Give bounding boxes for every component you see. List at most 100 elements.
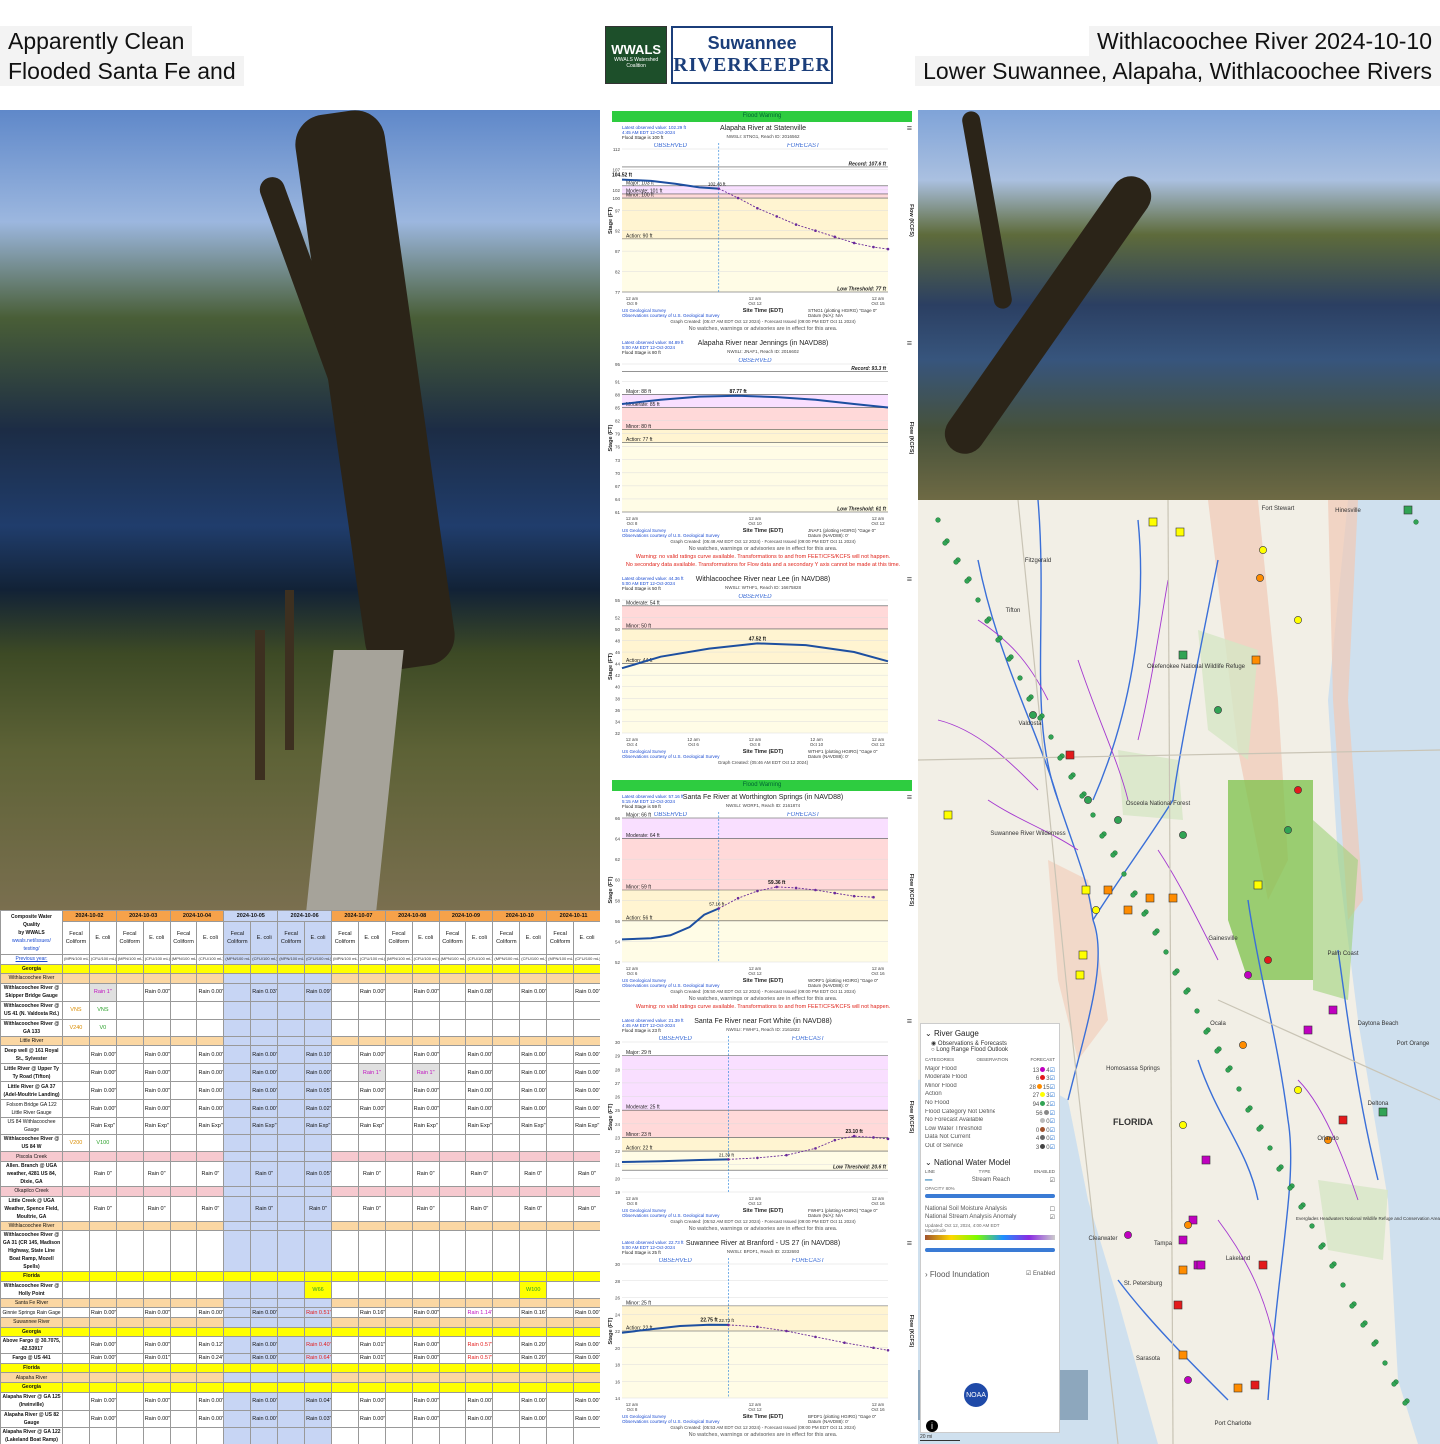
river-gauge-marker[interactable] (1303, 1025, 1313, 1035)
river-gauge-marker[interactable] (1081, 885, 1091, 895)
river-gauge-marker[interactable] (1184, 1376, 1192, 1384)
river-gauge-marker[interactable] (1178, 1350, 1188, 1360)
river-gauge-marker[interactable] (1184, 1221, 1192, 1229)
river-gauge-marker[interactable] (1178, 1265, 1188, 1275)
legend-category-checkbox[interactable]: ☑ (1050, 1119, 1055, 1125)
river-gauge-marker[interactable] (953, 559, 959, 565)
legend-category-checkbox[interactable]: ☑ (1050, 1085, 1055, 1091)
river-gauge-marker[interactable] (964, 578, 970, 584)
legend-category-row[interactable]: Flood Category Not Defined 56 ☑ (925, 1109, 1055, 1118)
river-gauge-marker[interactable] (1318, 1244, 1324, 1250)
river-gauge-marker[interactable] (1172, 970, 1178, 976)
river-gauge-marker[interactable] (1267, 1145, 1273, 1151)
flood-inundation-toggle[interactable]: › Flood Inundation (925, 1270, 990, 1279)
river-gauge-marker[interactable] (1026, 696, 1032, 702)
soil-moisture-checkbox[interactable]: ☐ (1050, 1206, 1055, 1215)
river-gauge-marker[interactable] (1253, 880, 1263, 890)
river-gauge-marker[interactable] (935, 517, 941, 523)
anomaly-opacity-slider[interactable] (925, 1247, 1055, 1252)
river-gauge-marker[interactable] (1084, 796, 1092, 804)
river-gauge-marker[interactable] (1284, 826, 1292, 834)
river-gauge-marker[interactable] (1099, 833, 1105, 839)
river-gauge-marker[interactable] (1037, 715, 1043, 721)
river-gauge-marker[interactable] (1168, 893, 1178, 903)
river-gauge-marker[interactable] (1068, 774, 1074, 780)
stream-anomaly-checkbox[interactable]: ☑ (1050, 1214, 1055, 1223)
river-gauge-marker[interactable] (1214, 706, 1222, 714)
river-gauge-marker[interactable] (1287, 1185, 1293, 1191)
river-gauge-marker[interactable] (1328, 1005, 1338, 1015)
river-gauge-marker[interactable] (1079, 793, 1085, 799)
river-gauge-marker[interactable] (1294, 786, 1302, 794)
river-gauge-marker[interactable] (1349, 1303, 1355, 1309)
river-gauge-marker[interactable] (984, 618, 990, 624)
stream-reach-row[interactable]: ━━ Stream Reach ☑ (925, 1177, 1055, 1186)
river-gauge-marker[interactable] (1382, 1360, 1388, 1366)
river-gauge-marker[interactable] (1338, 1115, 1348, 1125)
chart-menu-icon[interactable]: ≡ (907, 1238, 912, 1248)
river-gauge-marker[interactable] (1403, 505, 1413, 515)
river-gauge-marker[interactable] (1057, 755, 1063, 761)
legend-category-checkbox[interactable]: ☑ (1050, 1128, 1055, 1134)
legend-category-checkbox[interactable]: ☑ (1050, 1136, 1055, 1142)
info-icon[interactable]: i (926, 1420, 938, 1432)
river-gauge-marker[interactable] (1214, 1048, 1220, 1054)
river-gauge-marker[interactable] (1183, 989, 1189, 995)
river-gauge-marker[interactable] (1259, 546, 1267, 554)
river-gauge-marker[interactable] (1152, 930, 1158, 936)
obs-forecasts-radio[interactable]: ◉ Observations & Forecasts (931, 1040, 1055, 1047)
river-gauge-marker[interactable] (1194, 1008, 1200, 1014)
river-gauge-marker[interactable] (1110, 852, 1116, 858)
legend-category-row[interactable]: Data Not Current 4 0☑ (925, 1134, 1055, 1143)
river-gauge-marker[interactable] (1233, 1383, 1243, 1393)
river-gauge-marker[interactable] (1175, 527, 1185, 537)
river-gauge-marker[interactable] (1178, 650, 1188, 660)
river-gauge-marker[interactable] (1225, 1067, 1231, 1073)
river-gauge-marker[interactable] (1244, 971, 1252, 979)
river-gauge-marker[interactable] (1371, 1341, 1377, 1347)
chart-menu-icon[interactable]: ≡ (907, 574, 912, 584)
legend-category-checkbox[interactable]: ☑ (1050, 1076, 1055, 1082)
river-gauge-marker[interactable] (1145, 893, 1155, 903)
river-gauge-marker[interactable] (1090, 812, 1096, 818)
river-gauge-marker[interactable] (1121, 871, 1127, 877)
river-gauge-marker[interactable] (1329, 1263, 1335, 1269)
legend-category-row[interactable]: Minor Flood 28 15☑ (925, 1083, 1055, 1092)
river-gauge-marker[interactable] (1065, 750, 1075, 760)
river-gauge-marker[interactable] (1203, 1029, 1209, 1035)
river-gauge-heading[interactable]: ⌄ River Gauge (925, 1029, 1055, 1038)
river-gauge-marker[interactable] (942, 540, 948, 546)
legend-category-row[interactable]: Action 27 3☑ (925, 1091, 1055, 1100)
river-gauge-marker[interactable] (1309, 1223, 1315, 1229)
river-gauge-marker[interactable] (1245, 1107, 1251, 1113)
river-gauge-marker[interactable] (943, 810, 953, 820)
river-gauge-marker[interactable] (1378, 1107, 1388, 1117)
river-gauge-marker[interactable] (1075, 970, 1085, 980)
previous-year-link[interactable]: Previous year: (0, 954, 63, 965)
river-gauge-marker[interactable] (1178, 1235, 1188, 1245)
chart-menu-icon[interactable]: ≡ (907, 792, 912, 802)
river-gauge-marker[interactable] (1078, 950, 1088, 960)
river-gauge-marker[interactable] (1256, 574, 1264, 582)
river-gauge-marker[interactable] (1196, 1260, 1206, 1270)
river-gauge-marker[interactable] (1163, 949, 1169, 955)
river-gauge-marker[interactable] (1201, 1155, 1211, 1165)
chart-menu-icon[interactable]: ≡ (907, 123, 912, 133)
flood-inundation-row[interactable]: › Flood Inundation ☑ Enabled (925, 1270, 1055, 1279)
river-gauge-marker[interactable] (1017, 675, 1023, 681)
river-gauge-marker[interactable] (1413, 519, 1419, 525)
long-range-radio[interactable]: ○ Long Range Flood Outlook (931, 1047, 1055, 1053)
stream-anomaly-row[interactable]: National Stream Analysis Anomaly ☑ (925, 1214, 1055, 1223)
river-gauge-marker[interactable] (1179, 1121, 1187, 1129)
river-gauge-marker[interactable] (1179, 831, 1187, 839)
river-gauge-marker[interactable] (1298, 1204, 1304, 1210)
legend-category-checkbox[interactable]: ☑ (1050, 1102, 1055, 1108)
river-gauge-marker[interactable] (1029, 711, 1037, 719)
stream-reach-checkbox[interactable]: ☑ (1050, 1177, 1055, 1186)
river-gauge-marker[interactable] (1173, 1300, 1183, 1310)
river-gauge-marker[interactable] (995, 637, 1001, 643)
legend-category-checkbox[interactable]: ☑ (1050, 1093, 1055, 1099)
river-gauge-marker[interactable] (1141, 911, 1147, 917)
chart-menu-icon[interactable]: ≡ (907, 338, 912, 348)
legend-category-row[interactable]: Out of Service 3 0☑ (925, 1143, 1055, 1152)
